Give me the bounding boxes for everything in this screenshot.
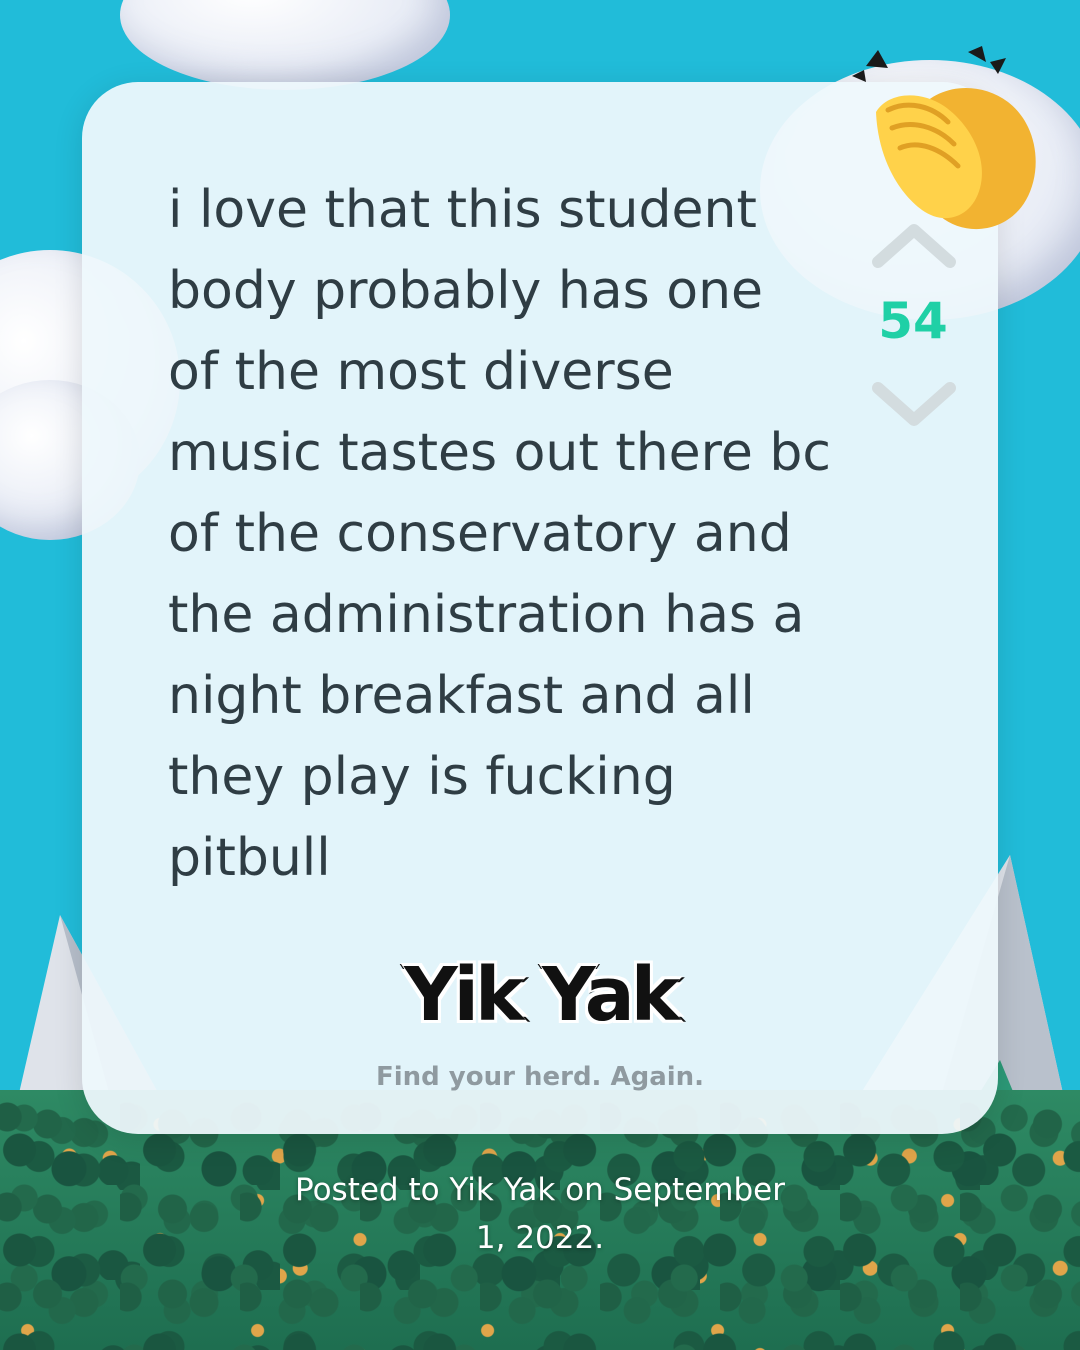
post-text: i love that this student body probably h… [168,180,831,888]
chevron-down-icon[interactable] [872,382,956,430]
vote-count: 54 [878,292,948,350]
tagline: Find your herd. Again. [375,1062,705,1092]
vote-controls: 54 [858,220,968,440]
post-caption: Posted to Yik Yak on September 1, 2022. [295,1172,785,1256]
logo-text: Yik Yak [402,950,682,1040]
yik-yak-logo: Yik Yak [82,950,998,1040]
clapping-hands-icon [852,46,1036,230]
